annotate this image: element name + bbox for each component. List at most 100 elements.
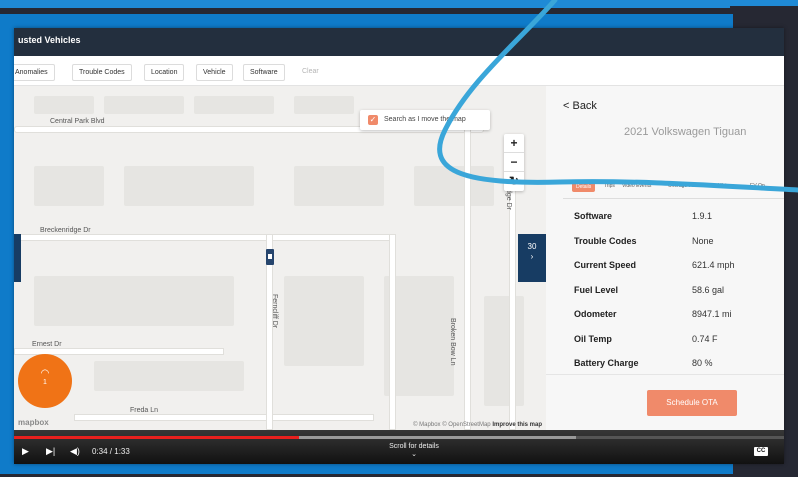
detail-value: 8947.1 mi [692, 309, 732, 319]
map-block [34, 166, 104, 206]
video-time: 0:34 / 1:33 [92, 447, 130, 456]
detail-value: 1.9.1 [692, 211, 713, 221]
mapbox-logo: mapbox [18, 418, 49, 427]
vehicle-details-list: Software 1.9.1 Trouble Codes None Current … [574, 204, 774, 376]
video-frame: usted Vehicles Anomalies Trouble Codes L… [14, 28, 784, 464]
played-fill [14, 436, 299, 439]
map-block [124, 166, 254, 206]
road [14, 234, 394, 241]
map-block [484, 296, 524, 406]
gauge-icon: ◠ [40, 368, 50, 379]
detail-tabs: Details Trips Video Events Overage Fees … [572, 182, 784, 196]
vehicle-title: 2021 Volkswagen Tiguan [624, 126, 747, 138]
map-block [284, 276, 364, 366]
chevron-down-icon: ⌄ [411, 451, 417, 458]
tab-details[interactable]: Details [572, 182, 596, 192]
map-block [94, 361, 244, 391]
detail-value: 621.4 mph [692, 260, 735, 270]
map[interactable]: Central Park Blvd Breckenridge Dr Ernest… [14, 86, 546, 430]
map-block [34, 96, 94, 114]
captions-button[interactable]: CC [754, 447, 768, 456]
zoom-out-button[interactable]: − [504, 153, 524, 172]
decorative-top-bar [0, 0, 730, 8]
detail-label: Software [574, 211, 613, 221]
filter-vehicle[interactable]: Vehicle [196, 64, 233, 81]
street-label: Freda Ln [130, 407, 159, 414]
reset-view-button[interactable]: ↻ [504, 172, 524, 191]
detail-row: Trouble Codes None [574, 229, 774, 254]
detail-row: Current Speed 621.4 mph [574, 253, 774, 278]
map-block [194, 96, 274, 114]
screen: usted Vehicles Anomalies Trouble Codes L… [0, 0, 798, 477]
filter-clear-button[interactable]: Clear [296, 64, 325, 81]
filter-anomalies[interactable]: Anomalies [14, 64, 55, 81]
detail-value: 0.74 F [692, 333, 718, 344]
vehicle-cluster-button[interactable]: ◠ 1 [18, 354, 72, 408]
detail-row: Odometer 8947.1 mi [574, 302, 774, 327]
map-block [104, 96, 184, 114]
detail-label: Fuel Level [574, 284, 619, 295]
road [74, 414, 374, 421]
filter-trouble-codes[interactable]: Trouble Codes [72, 64, 132, 81]
street-label: Broken Bow Ln [449, 318, 456, 366]
decorative-corner-bar [680, 0, 798, 6]
detail-label: Current Speed [574, 260, 637, 270]
detail-label: Trouble Codes [574, 235, 637, 246]
schedule-ota-button[interactable]: Schedule OTA [647, 390, 737, 416]
left-panel-handle[interactable] [14, 234, 21, 282]
detail-row: Fuel Level 58.6 gal [574, 278, 774, 303]
tab-trips[interactable]: Trips [604, 183, 615, 189]
video-controls: ▶ ▶| ◀) 0:34 / 1:33 Scroll for details ⌄… [14, 430, 784, 464]
detail-label: Battery Charge [574, 358, 639, 368]
app-title: usted Vehicles [18, 35, 81, 45]
volume-icon[interactable]: ◀) [70, 446, 80, 457]
road [389, 234, 396, 430]
street-label: Central Park Blvd [50, 118, 105, 125]
play-icon[interactable]: ▶ [22, 446, 29, 457]
vehicle-detail-panel: < Back 2021 Volkswagen Tiguan Details Tr… [546, 86, 784, 430]
video-progress-bar[interactable] [14, 436, 784, 439]
detail-label: Oil Temp [574, 333, 612, 344]
street-label: Ferncliff Dr [271, 294, 278, 329]
street-label: Ernest Dr [32, 341, 62, 348]
tab-divider [563, 198, 784, 199]
filter-bar: Anomalies Trouble Codes Location Vehicle… [14, 56, 784, 86]
map-attribution: © Mapbox © OpenStreetMap Improve this ma… [413, 422, 542, 428]
attribution-text: © Mapbox © OpenStreetMap [413, 422, 491, 428]
detail-label: Odometer [574, 309, 617, 319]
road [464, 126, 471, 430]
detail-value: None [692, 235, 714, 246]
next-icon[interactable]: ▶| [46, 446, 55, 457]
tab-history[interactable]: History [718, 183, 734, 189]
filter-software[interactable]: Software [243, 64, 285, 81]
vehicle-marker[interactable] [266, 249, 274, 265]
street-label: Breckenridge Dr [40, 227, 91, 234]
search-as-move-label: Search as I move the map [384, 116, 466, 123]
detail-value: 58.6 gal [692, 284, 725, 295]
panel-divider [546, 374, 784, 375]
detail-row: Oil Temp 0.74 F [574, 327, 774, 352]
tab-ev-op[interactable]: EV-Op [750, 183, 765, 189]
app-header: usted Vehicles [14, 28, 784, 56]
detail-row: Battery Charge 80 % [574, 351, 774, 376]
improve-map-link[interactable]: Improve this map [492, 422, 542, 428]
scroll-hint-label: Scroll for details [389, 443, 439, 450]
zoom-in-button[interactable]: + [504, 134, 524, 153]
tab-overage-fees[interactable]: Overage Fees [668, 183, 700, 189]
chevron-right-icon: › [530, 252, 534, 261]
checkbox-checked-icon: ✓ [368, 115, 378, 125]
map-zoom-controls: + − ↻ [504, 134, 524, 191]
map-block [34, 276, 234, 326]
search-as-move-checkbox[interactable]: ✓ Search as I move the map [360, 110, 490, 130]
map-block [414, 166, 494, 206]
panel-toggle-button[interactable]: 30 › [518, 234, 546, 282]
map-block [294, 96, 354, 114]
vehicle-count: 30 [527, 242, 537, 251]
detail-row: Software 1.9.1 [574, 204, 774, 229]
cluster-count: 1 [43, 379, 47, 386]
map-block [294, 166, 384, 206]
back-button[interactable]: < Back [563, 100, 597, 112]
scroll-for-details[interactable]: Scroll for details ⌄ [384, 443, 444, 458]
filter-location[interactable]: Location [144, 64, 185, 81]
tab-video-events[interactable]: Video Events [622, 183, 651, 189]
